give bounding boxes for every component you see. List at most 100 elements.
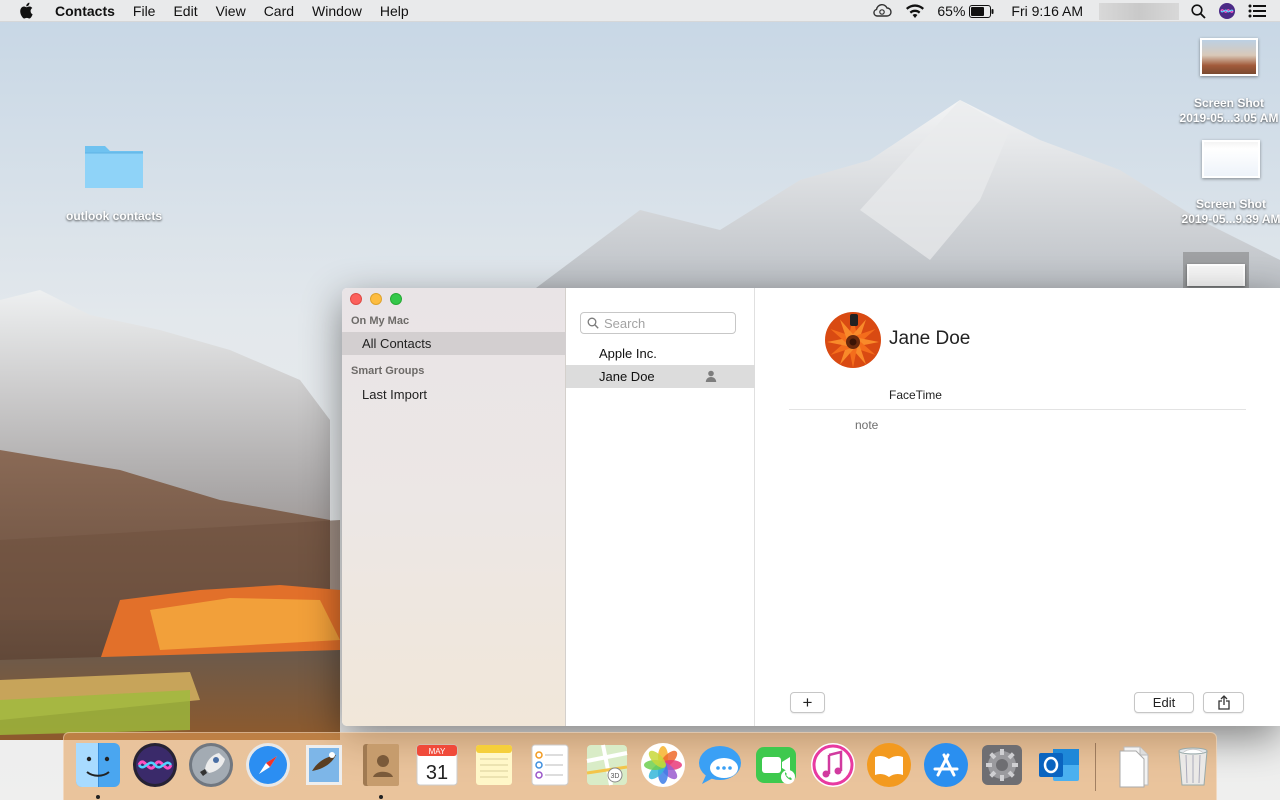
apple-menu-icon[interactable] — [19, 2, 37, 19]
trash-icon — [1178, 747, 1208, 786]
groups-sidebar: On My Mac All Contacts Smart Groups Last… — [342, 288, 566, 726]
photos-flower-icon — [641, 743, 686, 787]
battery-icon[interactable] — [969, 4, 995, 18]
search-input[interactable]: Search — [580, 312, 736, 334]
screenshot-thumbnail — [1200, 38, 1258, 76]
messages-bubble-icon — [698, 746, 741, 784]
contacts-book-icon — [362, 744, 399, 786]
list-item[interactable]: Jane Doe — [566, 365, 755, 388]
menu-edit[interactable]: Edit — [164, 0, 206, 22]
menu-help[interactable]: Help — [371, 0, 418, 22]
calendar-month: MAY — [429, 747, 446, 756]
contact-row-label: Jane Doe — [599, 369, 655, 384]
divider — [789, 409, 1246, 410]
svg-text:3D: 3D — [610, 773, 619, 780]
dock-messages[interactable] — [692, 741, 749, 793]
window-controls — [350, 293, 402, 305]
dock-outlook[interactable] — [1031, 741, 1088, 793]
creative-cloud-icon[interactable] — [871, 4, 893, 18]
folder-icon — [85, 146, 143, 188]
dock-app-store[interactable] — [918, 741, 975, 793]
dock-finder[interactable] — [70, 741, 127, 799]
launchpad-rocket-icon — [189, 743, 234, 787]
dock-mail[interactable] — [296, 741, 353, 793]
dock-reminders[interactable] — [522, 741, 579, 793]
section-smart-groups: Smart Groups — [351, 365, 425, 377]
minimize-button[interactable] — [370, 293, 382, 305]
screenshot-2-label-line2: 2019-05...9.39 AM — [1181, 212, 1280, 226]
desktop-screenshot-1[interactable]: Screen Shot 2019-05...3.05 AM — [1170, 38, 1280, 126]
dock-itunes[interactable] — [805, 741, 862, 793]
spotlight-search-icon[interactable] — [1191, 3, 1206, 19]
menu-view[interactable]: View — [207, 0, 255, 22]
contacts-list: Search Apple Inc. Jane Doe — [566, 288, 755, 726]
dock-documents-stack[interactable] — [1108, 741, 1165, 793]
outlook-icon — [1038, 749, 1079, 781]
ibooks-icon — [867, 743, 912, 787]
dock: MAY 31 3D — [63, 732, 1217, 800]
desktop-screenshot-2[interactable]: Screen Shot 2019-05...9.39 AM — [1172, 140, 1280, 227]
dock-maps[interactable]: 3D — [579, 741, 636, 793]
section-on-my-mac: On My Mac — [351, 315, 410, 327]
menu-card[interactable]: Card — [255, 0, 303, 22]
itunes-note-icon — [810, 743, 855, 787]
share-button[interactable] — [1203, 692, 1244, 713]
battery-percent: 65% — [937, 3, 966, 19]
sidebar-item-last-import[interactable]: Last Import — [342, 383, 566, 406]
dock-photos[interactable] — [635, 741, 692, 793]
contact-row-label: Apple Inc. — [599, 346, 657, 361]
close-button[interactable] — [350, 293, 362, 305]
dock-notes[interactable] — [466, 741, 523, 793]
screenshot-2-label-line1: Screen Shot — [1195, 197, 1267, 211]
zoom-button[interactable] — [390, 293, 402, 305]
dock-safari[interactable] — [240, 741, 297, 793]
siri-icon[interactable] — [1218, 2, 1236, 20]
dock-trash[interactable] — [1165, 741, 1222, 793]
screenshot-1-label-line2: 2019-05...3.05 AM — [1179, 111, 1279, 125]
safari-compass-icon — [245, 743, 290, 787]
search-icon — [587, 317, 599, 329]
menu-window[interactable]: Window — [303, 0, 371, 22]
running-indicator — [96, 795, 101, 799]
desktop-folder-outlook-contacts[interactable]: outlook contacts — [58, 140, 170, 224]
dock-ibooks[interactable] — [861, 741, 918, 793]
dock-launchpad[interactable] — [183, 741, 240, 793]
dock-calendar[interactable]: MAY 31 — [409, 741, 466, 793]
finder-icon — [76, 743, 121, 787]
avatar[interactable] — [825, 312, 881, 368]
folder-label: outlook contacts — [65, 209, 162, 223]
notification-center-icon[interactable] — [1248, 4, 1266, 18]
note-field-label[interactable]: note — [855, 418, 878, 432]
me-card-person-icon — [705, 370, 717, 382]
dock-facetime[interactable] — [748, 741, 805, 793]
dock-contacts[interactable] — [353, 741, 410, 799]
dock-siri[interactable] — [127, 741, 184, 793]
sidebar-item-all-contacts[interactable]: All Contacts — [342, 332, 566, 355]
dock-separator — [1095, 743, 1096, 791]
search-placeholder: Search — [604, 315, 646, 331]
running-indicator — [378, 795, 383, 799]
add-contact-button[interactable]: + — [790, 692, 825, 713]
user-account-menu[interactable] — [1099, 2, 1179, 20]
document-stack-icon — [1119, 746, 1149, 788]
list-item[interactable]: Apple Inc. — [566, 342, 755, 365]
facetime-link[interactable]: FaceTime — [889, 388, 942, 402]
menu-bar: Contacts File Edit View Card Window Help… — [0, 0, 1280, 22]
contact-detail: Jane Doe FaceTime note + Edit — [755, 288, 1280, 726]
calendar-icon: MAY 31 — [416, 744, 458, 786]
add-button-label: + — [802, 693, 813, 712]
facetime-camera-icon — [756, 747, 797, 784]
siri-icon — [132, 743, 177, 787]
edit-button[interactable]: Edit — [1134, 692, 1194, 713]
calendar-day: 31 — [426, 762, 448, 784]
wifi-icon[interactable] — [905, 3, 925, 19]
dock-system-preferences[interactable] — [974, 741, 1031, 793]
reminders-icon — [531, 744, 569, 786]
menu-clock[interactable]: Fri 9:16 AM — [1011, 3, 1083, 19]
desktop-screenshot-3[interactable] — [1183, 252, 1249, 288]
app-store-icon — [923, 743, 968, 787]
menu-file[interactable]: File — [124, 0, 165, 22]
notes-icon — [475, 745, 512, 785]
share-icon — [1217, 695, 1230, 710]
menu-app-contacts[interactable]: Contacts — [51, 0, 124, 22]
